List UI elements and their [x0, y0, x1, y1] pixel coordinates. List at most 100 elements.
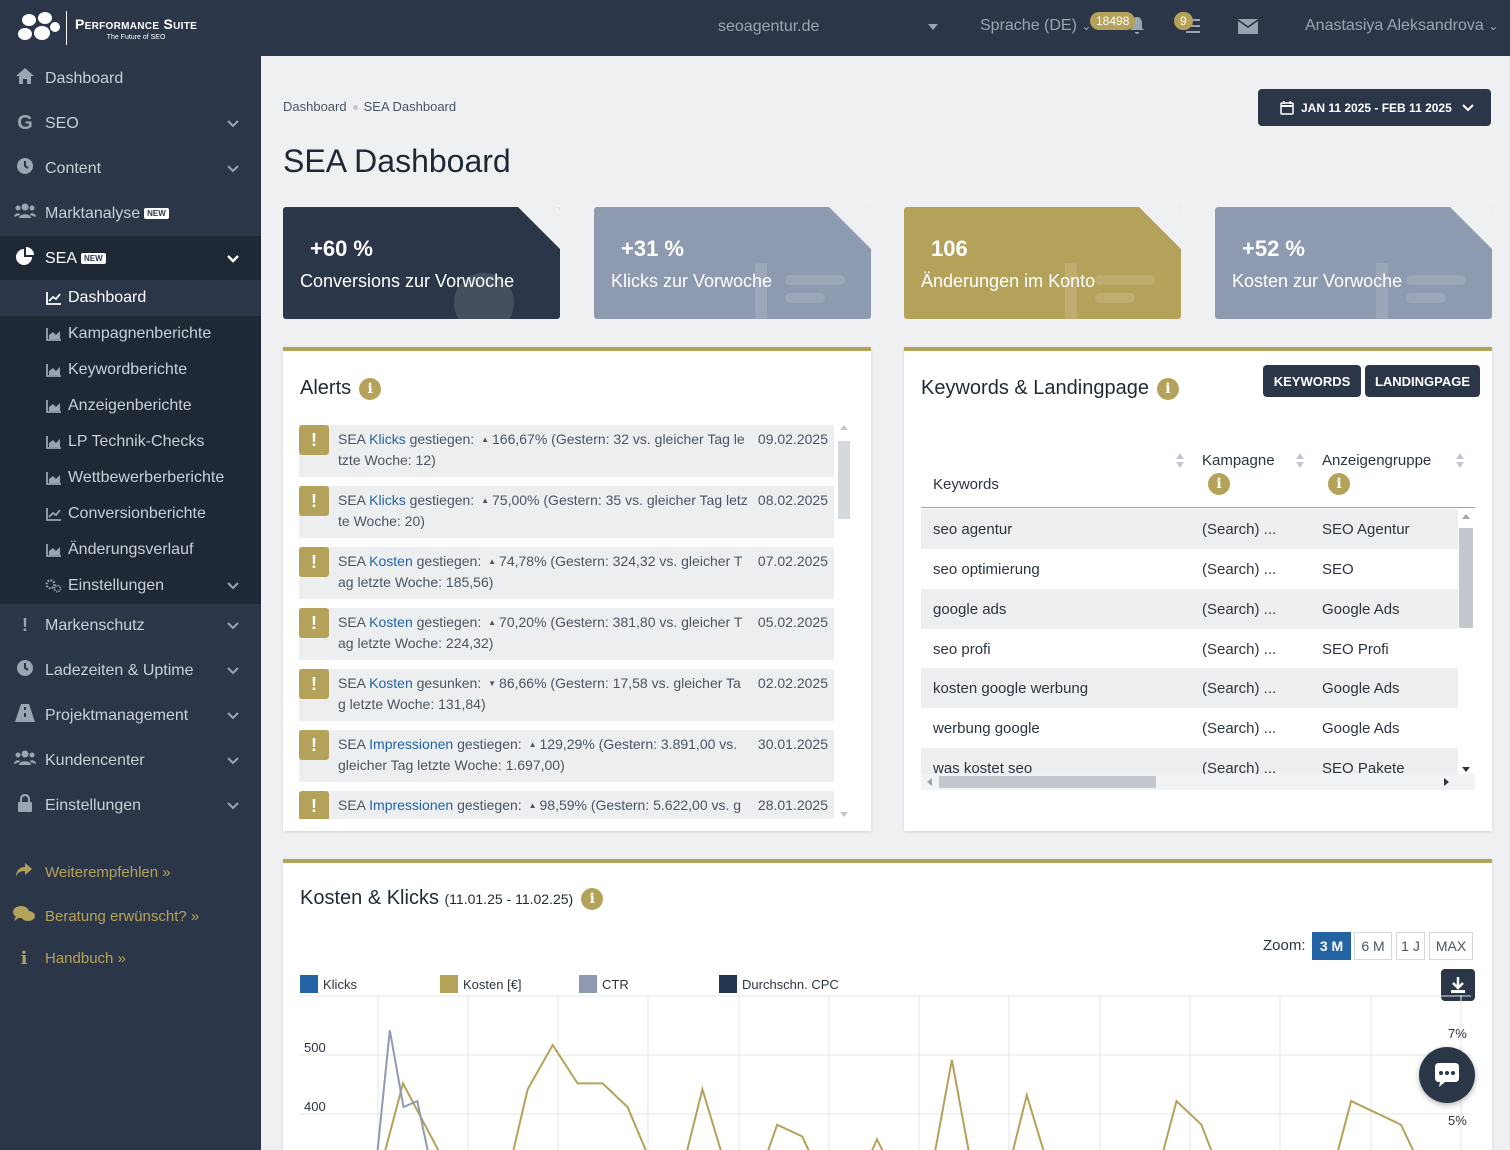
notifications-badge: 18498 [1090, 12, 1136, 30]
recommend-link[interactable]: Weiterempfehlen » [0, 857, 261, 887]
area-chart-icon [46, 328, 61, 341]
alert-metric[interactable]: Kosten [369, 675, 413, 691]
keywords-table-body[interactable]: seo agentur (Search) ... SEO Agentur seo o… [921, 509, 1475, 777]
table-row[interactable]: was kostet seo (Search) ... SEO Pakete [921, 748, 1458, 777]
sidebar-item-kundencenter[interactable]: Kundencenter [0, 738, 261, 783]
table-row[interactable]: kosten google werbung (Search) ... Google … [921, 668, 1458, 708]
sidebar-item-seo[interactable]: G SEO [0, 101, 261, 146]
line-chart[interactable]: 500 400 7% 5% [296, 995, 1476, 1150]
alert-verb: gestiegen: [457, 797, 522, 813]
sidebar-item-ladezeiten[interactable]: Ladezeiten & Uptime [0, 648, 261, 693]
sidebar-subitem-label: Kampagnenberichte [68, 325, 212, 342]
chart-date-range: (11.01.25 - 11.02.25) [444, 891, 574, 907]
breadcrumb-root[interactable]: Dashboard [283, 99, 347, 114]
alert-metric[interactable]: Kosten [369, 553, 413, 569]
alert-verb: gestiegen: [457, 736, 522, 752]
info-icon[interactable]: i [1156, 377, 1179, 400]
sidebar-subitem-wettbewerberberichte[interactable]: Wettbewerberberichte [0, 460, 261, 496]
sidebar-item-projektmanagement[interactable]: Projektmanagement [0, 693, 261, 738]
alert-metric[interactable]: Klicks [369, 492, 406, 508]
sort-icon[interactable] [1456, 453, 1464, 469]
zoom-max-button[interactable]: MAX [1429, 932, 1473, 960]
line-chart-icon [46, 292, 61, 305]
cell-keyword: kosten google werbung [933, 679, 1089, 697]
zoom-6m-button[interactable]: 6 M [1354, 932, 1392, 960]
table-row[interactable]: werbung google (Search) ... Google Ads [921, 708, 1458, 748]
user-menu[interactable]: Anastasiya Aleksandrova ⌄ [1305, 17, 1498, 35]
logo[interactable]: Performance Suite The Future of SEO [14, 8, 234, 48]
legend-item-cpc[interactable]: Durchschn. CPC [719, 975, 839, 993]
sidebar-subitem-conversionberichte[interactable]: Conversionberichte [0, 496, 261, 532]
zoom-3m-button[interactable]: 3 M [1312, 932, 1351, 960]
sidebar-subitem-label: Dashboard [68, 289, 147, 306]
column-header-kampagne[interactable]: Kampagne i [1202, 452, 1275, 495]
zoom-1j-button[interactable]: 1 J [1396, 932, 1425, 960]
sidebar-subitem-kampagnenberichte[interactable]: Kampagnenberichte [0, 316, 261, 352]
sidebar-item-dashboard[interactable]: Dashboard [0, 56, 261, 101]
alert-item: ! SEA Kosten gesunken: ▼ 86,66% (Gestern: … [299, 669, 834, 721]
sort-icon[interactable] [1296, 453, 1304, 469]
info-icon[interactable]: i [1208, 473, 1230, 495]
series-line-kosten[interactable] [378, 1043, 1426, 1150]
cell-adgroup: Google Ads [1322, 679, 1400, 697]
keywords-tab-button[interactable]: KEYWORDS [1263, 365, 1361, 397]
keywords-horizontal-scrollbar[interactable] [921, 774, 1475, 790]
date-range-picker[interactable]: JAN 11 2025 - FEB 11 2025 [1258, 89, 1491, 126]
chevron-down-icon [227, 254, 239, 263]
alert-verb: gesunken: [416, 675, 482, 691]
alert-metric[interactable]: Kosten [369, 614, 413, 630]
legend-item-ctr[interactable]: CTR [579, 975, 629, 993]
alert-metric[interactable]: Impressionen [369, 736, 453, 752]
sidebar-subitem-aenderungsverlauf[interactable]: Änderungsverlauf [0, 532, 261, 568]
legend-item-kosten[interactable]: Kosten [€] [440, 975, 522, 993]
recommend-label: Weiterempfehlen » [45, 863, 171, 881]
chevron-down-icon [227, 119, 239, 127]
alerts-scrollbar[interactable] [836, 425, 852, 817]
landingpage-tab-button[interactable]: LANDINGPAGE [1365, 365, 1480, 397]
chevron-down-icon [1462, 103, 1474, 111]
cell-campaign: (Search) ... [1202, 520, 1277, 538]
alert-metric[interactable]: Impressionen [369, 797, 453, 813]
consultation-link[interactable]: Beratung erwünscht? » [0, 901, 261, 931]
series-line-ctr[interactable] [376, 1030, 431, 1150]
sidebar-subitem-keywordberichte[interactable]: Keywordberichte [0, 352, 261, 388]
column-header-keywords[interactable]: Keywords [933, 476, 999, 493]
sidebar-item-label: Markenschutz [45, 616, 145, 634]
chat-button[interactable] [1419, 1047, 1475, 1103]
alerts-list[interactable]: ! SEA Klicks gestiegen: ▲ 166,67% (Gestern… [283, 423, 871, 819]
table-row[interactable]: seo agentur (Search) ... SEO Agentur [921, 509, 1458, 549]
table-row[interactable]: seo profi (Search) ... SEO Profi [921, 629, 1458, 669]
info-icon[interactable]: i [581, 887, 604, 910]
alert-metric[interactable]: Klicks [369, 431, 406, 447]
table-row[interactable]: google ads (Search) ... Google Ads [921, 589, 1458, 629]
chevron-down-icon: ⌄ [1488, 19, 1499, 33]
language-select[interactable]: Sprache (DE) ⌄ [980, 17, 1091, 35]
info-icon[interactable]: i [1328, 473, 1350, 495]
chart-title: Kosten & Klicks (11.01.25 - 11.02.25) i [300, 887, 604, 910]
sidebar-subitem-einstellungen[interactable]: Einstellungen [0, 568, 261, 604]
legend-item-klicks[interactable]: Klicks [300, 975, 357, 993]
alert-item: ! SEA Klicks gestiegen: ▲ 166,67% (Gestern… [299, 425, 834, 477]
sidebar-item-sea[interactable]: SEA NEW [0, 236, 261, 281]
sidebar-subitem-anzeigenberichte[interactable]: Anzeigenberichte [0, 388, 261, 424]
sidebar-subitem-lp-technik-checks[interactable]: LP Technik-Checks [0, 424, 261, 460]
keywords-title-text: Keywords & Landingpage [921, 377, 1149, 399]
domain-select[interactable]: seoagentur.de [718, 18, 819, 36]
sidebar-item-marktanalyse[interactable]: Marktanalyse NEW [0, 191, 261, 236]
envelope-icon[interactable] [1237, 18, 1259, 39]
caret-up-icon: ▲ [488, 618, 497, 627]
sidebar-item-markenschutz[interactable]: ! Markenschutz [0, 603, 261, 648]
sidebar-subitem-dashboard[interactable]: Dashboard [0, 280, 261, 316]
column-header-anzeigengruppe[interactable]: Anzeigengruppe i [1322, 452, 1431, 495]
sort-icon[interactable] [1176, 453, 1184, 469]
sidebar-item-einstellungen[interactable]: Einstellungen [0, 783, 261, 828]
manual-link[interactable]: i Handbuch » [0, 943, 261, 973]
alerts-title-text: Alerts [300, 377, 352, 399]
chevron-down-icon[interactable] [928, 24, 938, 30]
y-tick-label: 500 [304, 1040, 326, 1055]
keywords-vertical-scrollbar[interactable] [1458, 512, 1475, 774]
sidebar-item-content[interactable]: Content [0, 146, 261, 191]
zoom-label: Zoom: [1263, 937, 1306, 954]
info-icon[interactable]: i [359, 377, 382, 400]
table-row[interactable]: seo optimierung (Search) ... SEO [921, 549, 1458, 589]
